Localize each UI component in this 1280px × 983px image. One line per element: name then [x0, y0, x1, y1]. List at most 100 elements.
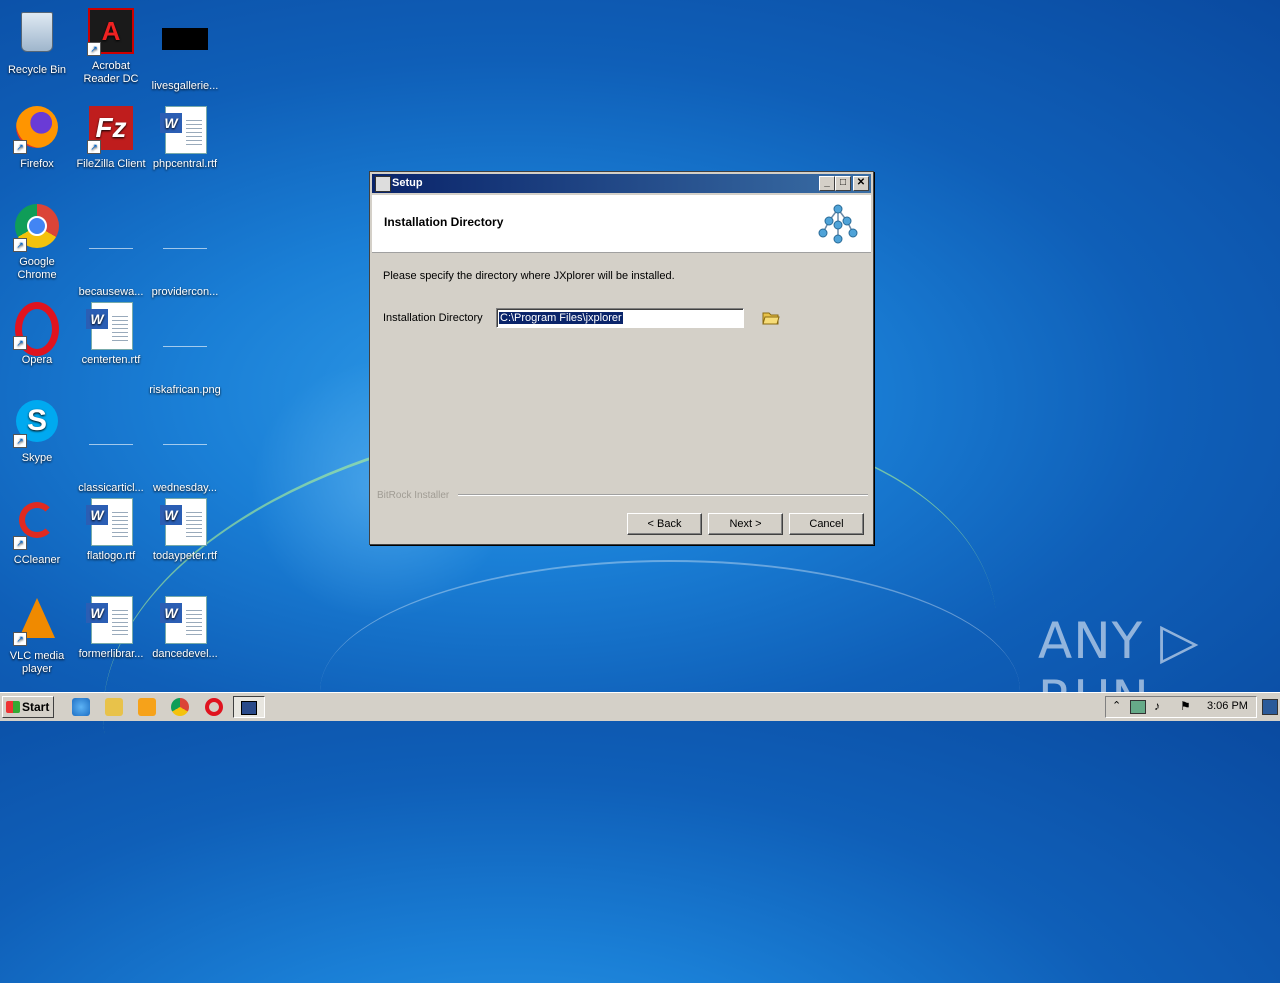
word-document-icon: W	[160, 498, 209, 546]
dialog-header: Installation Directory	[372, 195, 871, 253]
file-icon	[161, 28, 209, 76]
desktop-icon-providercon[interactable]: providercon...	[148, 204, 222, 299]
file-icon	[87, 234, 135, 282]
media-player-icon[interactable]	[138, 698, 156, 716]
desktop-icon-dancedevel[interactable]: W dancedevel...	[148, 596, 222, 661]
start-label: Start	[22, 700, 50, 714]
wallpaper-swoosh	[320, 560, 1020, 822]
ccleaner-icon: ↗	[13, 502, 61, 550]
windows-flag-icon	[6, 701, 20, 713]
desktop-icon-livesgallerie[interactable]: livesgallerie...	[148, 8, 222, 93]
acrobat-icon: A ↗	[87, 8, 135, 56]
start-button[interactable]: Start	[2, 696, 54, 718]
recycle-bin-icon	[13, 12, 61, 60]
file-explorer-icon[interactable]	[105, 698, 123, 716]
desktop-icon-label: Google Chrome	[17, 256, 57, 281]
setup-task-icon	[241, 701, 257, 715]
chrome-taskbar-icon[interactable]	[171, 698, 189, 716]
cancel-button[interactable]: Cancel	[789, 513, 864, 535]
installation-directory-value: C:\Program Files\jxplorer	[498, 311, 624, 325]
filezilla-icon: Fz ↗	[87, 106, 135, 154]
desktop-icon-label: centerten.rtf	[81, 354, 141, 366]
show-hidden-icons-icon[interactable]: ⌃	[1112, 699, 1121, 712]
file-icon	[161, 234, 209, 282]
internet-explorer-icon[interactable]	[72, 698, 90, 716]
network-icon[interactable]	[1130, 700, 1146, 714]
file-icon	[87, 430, 135, 478]
desktop-icon-label: CCleaner	[13, 554, 61, 566]
desktop-icon-label: classicarticl...	[78, 482, 144, 494]
desktop-icon-opera[interactable]: ↗ Opera	[0, 302, 74, 367]
divider	[458, 494, 868, 496]
desktop-icon-filezilla[interactable]: Fz ↗ FileZilla Client	[74, 106, 148, 171]
desktop-icon-label: livesgallerie...	[151, 80, 219, 92]
desktop-icon-acrobat[interactable]: A ↗ Acrobat Reader DC	[74, 8, 148, 86]
clock[interactable]: 3:06 PM	[1207, 700, 1248, 712]
action-center-flag-icon[interactable]: ⚑	[1180, 699, 1191, 713]
skype-icon: S ↗	[13, 400, 61, 448]
dialog-description: Please specify the directory where JXplo…	[383, 270, 675, 282]
volume-icon[interactable]: ♪	[1154, 699, 1160, 713]
desktop-icon-riskafrican[interactable]: riskafrican.png	[148, 302, 222, 397]
desktop-icon-formerlibrar[interactable]: W formerlibrar...	[74, 596, 148, 661]
desktop-icon-label: formerlibrar...	[78, 648, 144, 660]
desktop-icon-label: Acrobat Reader DC	[83, 60, 139, 85]
dialog-title: Setup	[392, 177, 423, 189]
desktop-icon-classicarticl[interactable]: classicarticl...	[74, 400, 148, 495]
vlc-icon: ↗	[13, 598, 61, 646]
desktop-icon-chrome[interactable]: ↗ Google Chrome	[0, 204, 74, 282]
desktop-icon-vlc[interactable]: ↗ VLC media player	[0, 596, 74, 676]
desktop-icon-label: flatlogo.rtf	[86, 550, 136, 562]
minimize-button[interactable]: _	[819, 176, 835, 191]
desktop-icon-ccleaner[interactable]: ↗ CCleaner	[0, 498, 74, 567]
page-title: Installation Directory	[384, 215, 504, 229]
taskbar-item-setup[interactable]	[233, 696, 265, 718]
next-button[interactable]: Next >	[708, 513, 783, 535]
desktop-icon-label: FileZilla Client	[76, 158, 146, 170]
desktop-icon-recycle-bin[interactable]: Recycle Bin	[0, 8, 74, 77]
installer-brand: BitRock Installer	[377, 490, 450, 501]
maximize-button[interactable]: □	[835, 176, 851, 191]
desktop-icon-label: riskafrican.png	[149, 384, 221, 396]
desktop-icon-label: wednesday...	[152, 482, 217, 494]
desktop-icon-label: providercon...	[151, 286, 219, 298]
word-document-icon: W	[86, 302, 135, 350]
word-document-icon: W	[160, 596, 209, 644]
setup-dialog: Setup _ □ ✕ Installation Directory Pleas…	[369, 171, 874, 545]
word-document-icon: W	[86, 596, 135, 644]
installation-directory-label: Installation Directory	[383, 312, 483, 324]
desktop-icon-firefox[interactable]: ↗ Firefox	[0, 106, 74, 171]
chrome-icon: ↗	[13, 204, 61, 252]
desktop-icon-label: VLC media player	[9, 650, 65, 675]
desktop-icon-phpcentral[interactable]: W phpcentral.rtf	[148, 106, 222, 171]
browse-folder-icon[interactable]	[762, 310, 780, 326]
file-icon	[161, 332, 209, 380]
show-desktop-icon[interactable]	[1262, 699, 1278, 715]
desktop-icon-wednesday[interactable]: wednesday...	[148, 400, 222, 495]
desktop-icon-centerten[interactable]: W centerten.rtf	[74, 302, 148, 367]
desktop-icon-label: todaypeter.rtf	[152, 550, 218, 562]
desktop-icon-label: becausewa...	[78, 286, 144, 298]
desktop-icon-label: dancedevel...	[152, 648, 218, 660]
desktop-icon-todaypeter[interactable]: W todaypeter.rtf	[148, 498, 222, 563]
word-document-icon: W	[86, 498, 135, 546]
dialog-titlebar[interactable]: Setup _ □ ✕	[372, 174, 871, 193]
opera-icon: ↗	[13, 302, 61, 356]
close-button[interactable]: ✕	[853, 176, 869, 191]
opera-taskbar-icon[interactable]	[205, 698, 223, 716]
setup-app-icon	[375, 176, 391, 192]
firefox-icon: ↗	[13, 106, 61, 154]
desktop-icon-label: Skype	[21, 452, 53, 464]
desktop-icon-label: phpcentral.rtf	[152, 158, 218, 170]
desktop-icon-label: Recycle Bin	[7, 64, 67, 76]
installation-directory-input[interactable]: C:\Program Files\jxplorer	[496, 308, 744, 328]
jxplorer-logo-icon	[818, 204, 858, 244]
desktop-icon-flatlogo[interactable]: W flatlogo.rtf	[74, 498, 148, 563]
file-icon	[161, 430, 209, 478]
back-button[interactable]: < Back	[627, 513, 702, 535]
desktop-icon-label: Firefox	[20, 158, 54, 170]
desktop-icon-skype[interactable]: S ↗ Skype	[0, 400, 74, 465]
desktop-icon-becausewa[interactable]: becausewa...	[74, 204, 148, 299]
word-document-icon: W	[160, 106, 209, 154]
taskbar: Start ⌃ ♪ ⚑ 3:06 PM	[0, 692, 1280, 721]
